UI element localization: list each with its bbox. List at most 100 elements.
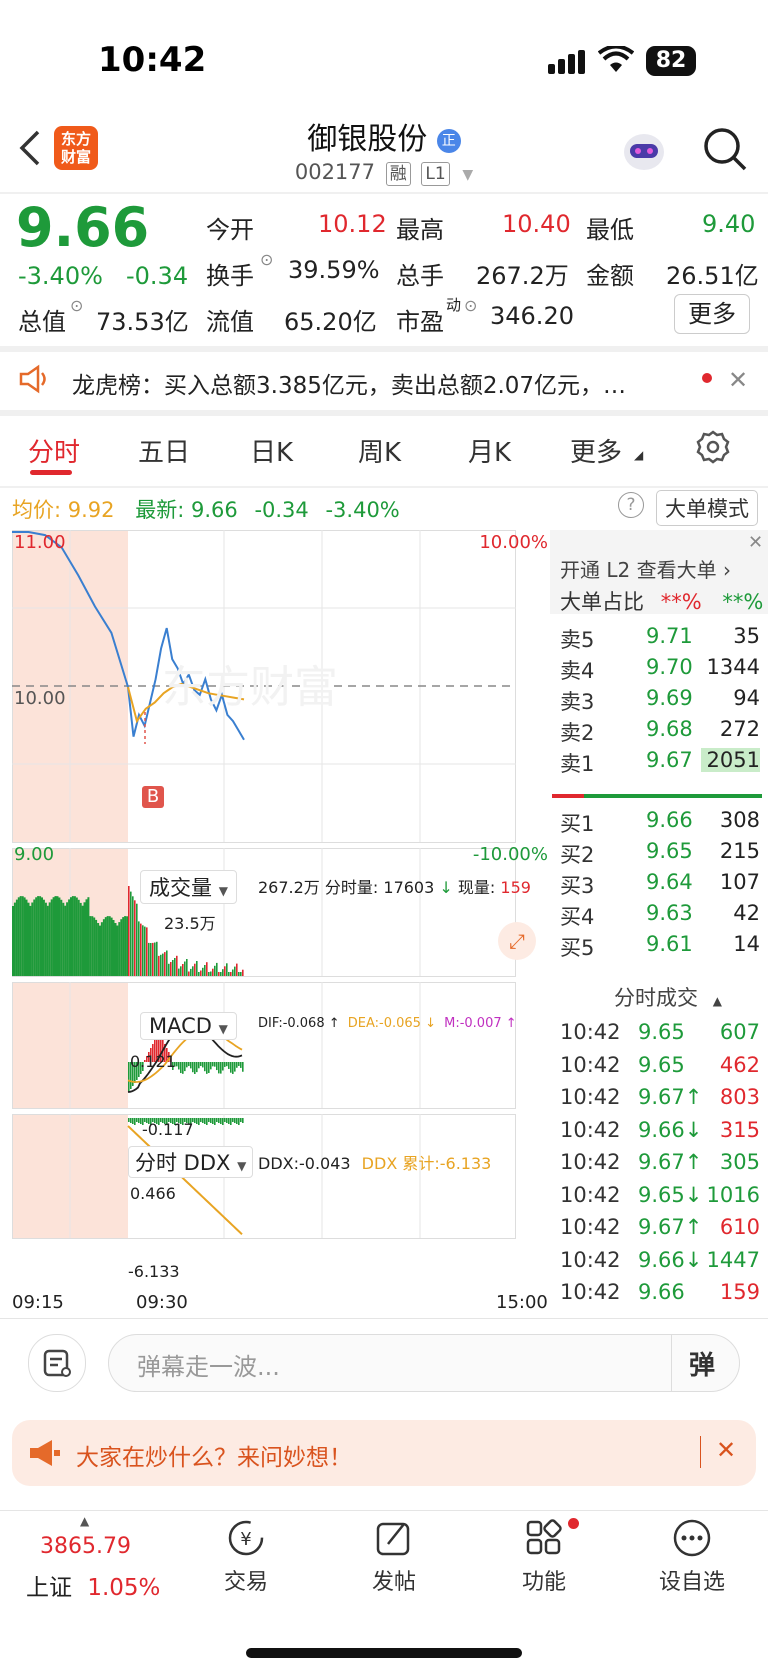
ddx-bar	[226, 1118, 228, 1123]
bid-row[interactable]: 买4 9.63 42	[550, 897, 762, 929]
tab-five-day[interactable]: 五日	[138, 432, 190, 469]
index-change: 1.05%	[87, 1575, 161, 1601]
tab-monthly[interactable]: 月K	[468, 432, 511, 469]
level-tag: L1	[421, 162, 450, 186]
ask-row[interactable]: 卖1 9.67 2051	[550, 744, 762, 776]
comment-settings-icon[interactable]	[28, 1334, 86, 1392]
help-icon[interactable]: ?	[618, 492, 644, 518]
volume-bar	[134, 900, 136, 976]
tick-volume: 803	[719, 1085, 760, 1109]
volume-now-label: 现量:	[457, 878, 496, 897]
danmu-input[interactable]: 弹幕走一波... 弹	[108, 1334, 740, 1392]
bid-row[interactable]: 买1 9.66 308	[550, 804, 762, 836]
ddx-selector[interactable]: 分时 DDX ▼	[128, 1146, 254, 1178]
volume-value: 267.2万	[476, 262, 569, 290]
ask-row[interactable]: 卖2 9.68 272	[550, 713, 762, 745]
tick-volume: 1447	[706, 1247, 760, 1272]
ask-row[interactable]: 卖4 9.70 1344	[550, 651, 762, 683]
divider	[0, 346, 768, 352]
macd-selector[interactable]: MACD ▼	[140, 1012, 237, 1040]
divider	[0, 410, 768, 416]
tick-row: 10:42 9.67↑ 803	[550, 1081, 762, 1115]
intraday-chart[interactable]: 东方财富 11.00 10.00 9.00 10.00% -10.00% B 成…	[12, 530, 548, 1286]
expand-icon[interactable]: ⤢	[498, 922, 536, 960]
notice-text[interactable]: 龙虎榜：买入总额3.385亿元，卖出总额2.07亿元，…	[72, 366, 626, 400]
ask-price: 9.67	[646, 748, 693, 772]
info-icon[interactable]: ⊙	[260, 250, 273, 269]
tab-daily[interactable]: 日K	[250, 432, 293, 469]
macd-selector-label: MACD	[149, 1014, 212, 1038]
settings-gear-icon[interactable]	[696, 430, 730, 468]
macd-bar	[194, 1062, 196, 1074]
volume-bar	[192, 966, 194, 976]
ai-ask-bar[interactable]: 大家在炒什么？来问妙想！ ✕	[12, 1420, 756, 1486]
close-icon[interactable]: ✕	[728, 366, 748, 394]
danmu-toggle-icon[interactable]: 弹	[689, 1345, 715, 1382]
ddx-bar	[134, 1118, 136, 1125]
divider	[0, 192, 768, 194]
tick-row: 10:42 9.66 159	[550, 1276, 762, 1310]
dropdown-icon[interactable]: ▼	[462, 167, 473, 183]
tab-weekly[interactable]: 周K	[358, 432, 401, 469]
ask-label: 卖2	[560, 721, 595, 745]
index-row[interactable]: 上证 1.05%	[26, 1568, 160, 1602]
search-icon[interactable]	[702, 126, 748, 176]
info-icon[interactable]: ⊙	[464, 296, 477, 315]
turnover-value: 39.59%	[288, 256, 380, 284]
buy-marker[interactable]: B	[142, 786, 164, 808]
ask-row[interactable]: 卖3 9.69 94	[550, 682, 762, 714]
bid-row[interactable]: 买5 9.61 14	[550, 928, 762, 960]
tab-intraday[interactable]: 分时	[28, 432, 80, 469]
volume-bar	[100, 922, 103, 976]
amount-value: 26.51亿	[666, 262, 759, 290]
index-value[interactable]: 3865.79	[40, 1534, 131, 1559]
volume-bar	[50, 899, 53, 976]
volume-selector[interactable]: 成交量 ▼	[140, 870, 237, 904]
nav-trade[interactable]: ¥ 交易	[186, 1518, 306, 1596]
expand-up-icon[interactable]: ▲	[80, 1514, 89, 1528]
volume-bar	[240, 972, 242, 976]
nav-functions[interactable]: 功能	[484, 1518, 604, 1596]
volume-bar	[91, 916, 94, 976]
more-button[interactable]: 更多	[674, 294, 750, 334]
nav-watchlist[interactable]: 设自选	[632, 1518, 752, 1596]
l2-banner[interactable]: 开通 L2 查看大单 ›	[560, 554, 731, 583]
collapse-icon[interactable]: ▲	[713, 994, 722, 1008]
ddx-bar	[208, 1118, 210, 1122]
volume-bar	[164, 952, 166, 976]
bid-row[interactable]: 买2 9.65 215	[550, 835, 762, 867]
bid-volume: 14	[733, 932, 760, 956]
latest-value: 9.66	[190, 498, 238, 522]
ask-row[interactable]: 卖5 9.71 35	[550, 620, 762, 652]
volume-bar	[178, 968, 180, 976]
big-order-mode-button[interactable]: 大单模式	[656, 490, 758, 526]
ratio-label: 大单占比	[560, 590, 644, 614]
bid-volume: 107	[719, 870, 760, 894]
change-value: -0.34	[126, 262, 189, 290]
ticks-title[interactable]: 分时成交 ▲	[614, 982, 722, 1012]
volume-bar	[83, 902, 86, 976]
volume-bar	[39, 896, 42, 976]
bid-row[interactable]: 买3 9.64 107	[550, 866, 762, 898]
volume-bar	[230, 972, 232, 976]
nav-post[interactable]: 发帖	[334, 1518, 454, 1596]
close-icon[interactable]: ✕	[748, 532, 763, 553]
nav-trade-label: 交易	[223, 1570, 268, 1595]
info-icon[interactable]: ⊙	[70, 296, 83, 315]
close-icon[interactable]: ✕	[716, 1436, 736, 1464]
tick-row: 10:42 9.67↑ 610	[550, 1211, 762, 1245]
ddx-bar	[136, 1118, 138, 1122]
summary-change-pct: -3.40%	[325, 498, 400, 522]
volume-bar	[186, 959, 188, 976]
volume-bar	[144, 926, 146, 976]
price-max-label: 11.00	[14, 532, 66, 553]
volume-bar	[73, 896, 76, 976]
tick-row: 10:42 9.65 462	[550, 1049, 762, 1083]
macd-bar	[234, 1062, 236, 1072]
macd-bar	[204, 1062, 206, 1072]
tab-more[interactable]: 更多	[570, 432, 622, 469]
robot-assistant-icon[interactable]	[620, 130, 668, 178]
status-time: 10:42	[98, 40, 207, 80]
macd-dea: DEA:-0.065 ↓	[347, 1016, 436, 1031]
volume-bar	[140, 923, 142, 976]
